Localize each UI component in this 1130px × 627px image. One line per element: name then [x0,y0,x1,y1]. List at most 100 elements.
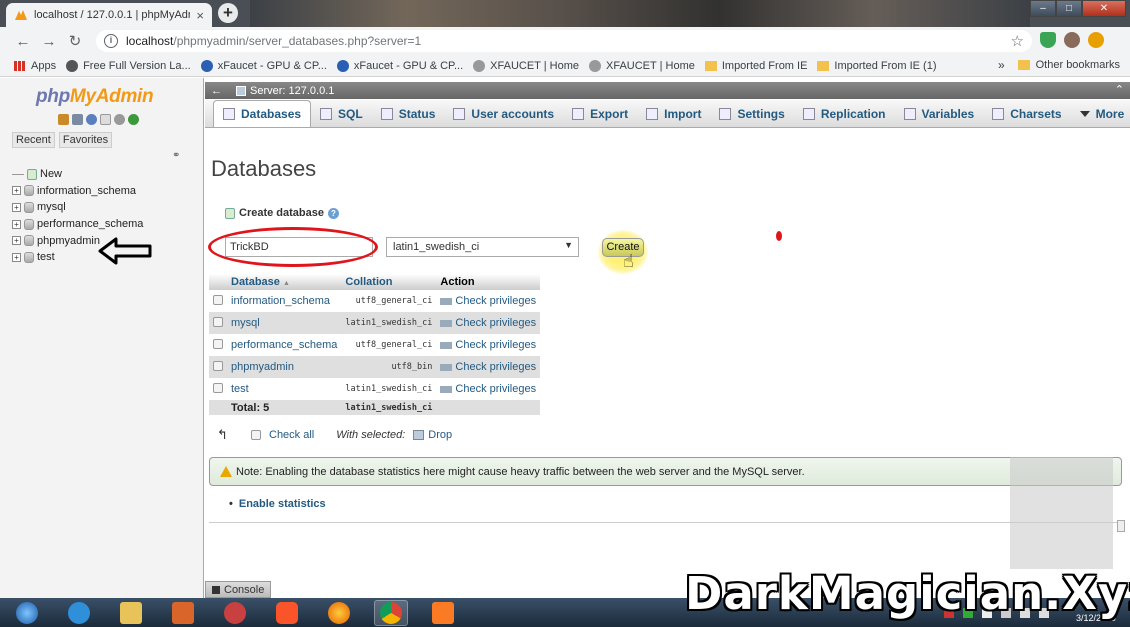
reload-nav-icon[interactable] [128,114,139,125]
check-privileges-link[interactable]: Check privileges [436,312,541,334]
check-privileges-link[interactable]: Check privileges [436,378,541,400]
tab-variables[interactable]: Variables [895,101,984,127]
console-toggle[interactable]: Console [205,581,272,598]
privileges-icon [440,363,453,371]
shield-extension-icon[interactable] [1040,32,1056,48]
bookmark-folder-imported-ie[interactable]: Imported From IE [704,60,807,72]
row-checkbox[interactable] [213,360,223,371]
taskbar-media-player[interactable] [166,600,200,626]
tree-item-mysql[interactable]: + mysql [12,199,143,216]
expand-icon[interactable]: + [12,202,21,212]
taskbar-xampp[interactable] [426,600,460,626]
tab-replication[interactable]: Replication [794,101,895,127]
bookmark-xfaucet-1[interactable]: xFaucet - GPU & CP... [200,59,327,72]
logo-php: php [36,86,70,107]
row-checkbox[interactable] [213,382,223,393]
globe-icon [66,59,79,72]
row-checkbox[interactable] [213,316,223,327]
taskbar-explorer[interactable] [114,600,148,626]
home-icon[interactable] [58,114,69,125]
tab-sql[interactable]: SQL [311,101,372,127]
phpmyadmin-logo[interactable]: phpMyAdmin [36,86,154,108]
check-privileges-link[interactable]: Check privileges [436,334,541,356]
sql-docs-icon[interactable] [100,114,111,125]
favorites-tab[interactable]: Favorites [58,132,113,148]
start-button[interactable] [10,600,44,626]
taskbar-chrome[interactable] [374,599,408,626]
browser-tab-bar: localhost / 127.0.0.1 | phpMyAdn × + – □… [0,0,1130,27]
maximize-button[interactable]: □ [1056,0,1082,17]
taskbar-ie[interactable] [62,600,96,626]
row-checkbox[interactable] [213,294,223,305]
tab-export[interactable]: Export [563,101,637,127]
site-info-icon[interactable]: i [104,34,118,48]
tree-new-database[interactable]: New [12,166,143,183]
expand-icon[interactable]: + [12,252,21,262]
bookmarks-overflow-button[interactable]: » [998,58,1005,72]
help-icon[interactable]: ? [328,207,339,219]
bookmark-star-icon[interactable]: ☆ [1011,32,1024,50]
variables-icon [903,108,916,120]
database-name-link[interactable]: phpmyadmin [227,356,342,378]
collapse-nav-icon[interactable]: ← [211,85,222,97]
collation-select[interactable]: latin1_swedish_ci ▼ [386,237,579,257]
link-panels-icon[interactable]: ⚭ [172,150,180,161]
enable-statistics-link[interactable]: Enable statistics [229,498,326,510]
tab-close-icon[interactable]: × [196,8,204,23]
reload-icon[interactable]: ↻ [62,32,88,50]
logout-icon[interactable] [72,114,83,125]
tab-import[interactable]: Import [637,101,710,127]
back-icon[interactable]: ← [10,33,36,50]
tab-status[interactable]: Status [372,101,445,127]
scroll-up-icon[interactable]: ⌃ [1115,83,1124,96]
expand-icon[interactable]: + [12,236,21,246]
settings-gear-icon[interactable] [114,114,125,125]
check-all-label[interactable]: Check all [269,429,314,441]
taskbar-snipping[interactable] [218,600,252,626]
taskbar-firefox[interactable] [322,600,356,626]
tab-databases[interactable]: Databases [213,100,312,127]
update-alert-icon[interactable] [1088,32,1104,48]
bookmark-xfaucet-home-2[interactable]: XFAUCET | Home [589,59,695,72]
database-name-link[interactable]: information_schema [227,290,342,312]
tab-label: Variables [921,107,975,121]
new-tab-button[interactable]: + [218,3,238,23]
expand-icon[interactable]: + [12,186,21,196]
bookmark-folder-imported-ie-1[interactable]: Imported From IE (1) [817,60,937,72]
chrome-icon [380,601,402,624]
tab-more[interactable]: More [1071,101,1130,127]
url-text[interactable]: localhost/phpmyadmin/server_databases.ph… [126,34,421,48]
profile-avatar[interactable] [1064,32,1080,48]
database-name-link[interactable]: test [227,378,342,400]
window-close-button[interactable]: ✕ [1082,0,1126,17]
check-privileges-link[interactable]: Check privileges [436,356,541,378]
tab-charsets[interactable]: Charsets [983,101,1070,127]
table-header-collation[interactable]: Collation [341,274,437,290]
check-privileges-link[interactable]: Check privileges [436,290,541,312]
tab-settings[interactable]: Settings [710,101,793,127]
scrollbar[interactable] [1117,520,1125,532]
tab-user-accounts[interactable]: User accounts [444,101,563,127]
bookmark-free-full-version[interactable]: Free Full Version La... [66,59,191,72]
tree-item-performance-schema[interactable]: + performance_schema [12,216,143,233]
database-name-link[interactable]: performance_schema [227,334,342,356]
check-all-checkbox[interactable] [251,430,261,440]
docs-icon[interactable] [86,114,97,125]
recent-tab[interactable]: Recent [12,132,55,148]
forward-icon[interactable]: → [36,33,62,50]
tree-item-information-schema[interactable]: + information_schema [12,183,143,200]
bookmark-xfaucet-2[interactable]: xFaucet - GPU & CP... [336,59,463,72]
server-breadcrumb[interactable]: Server: 127.0.0.1 [236,85,334,97]
url-bar[interactable]: i localhost/phpmyadmin/server_databases.… [96,30,1032,52]
other-bookmarks[interactable]: Other bookmarks [1017,59,1120,71]
drop-button[interactable]: Drop [428,429,452,441]
row-checkbox[interactable] [213,338,223,349]
browser-tab[interactable]: localhost / 127.0.0.1 | phpMyAdn × [6,3,212,27]
table-header-database[interactable]: Database ▲ [227,274,342,290]
bookmark-apps[interactable]: Apps [14,60,56,72]
database-name-link[interactable]: mysql [227,312,342,334]
minimize-button[interactable]: – [1030,0,1056,17]
expand-icon[interactable]: + [12,219,21,229]
bookmark-xfaucet-home-1[interactable]: XFAUCET | Home [473,59,579,72]
taskbar-brave[interactable] [270,600,304,626]
